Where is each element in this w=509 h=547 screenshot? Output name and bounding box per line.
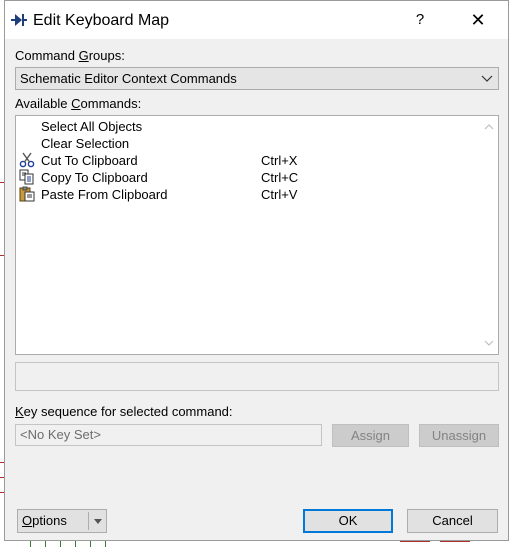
key-sequence-label: Key sequence for selected command: <box>15 404 233 419</box>
command-groups-label: Command Groups: <box>15 48 125 63</box>
edit-keyboard-map-dialog: Edit Keyboard Map ? ✕ Command Groups: Sc… <box>4 0 509 541</box>
copy-icon <box>19 169 34 185</box>
command-list-item[interactable]: Copy To Clipboard Ctrl+C <box>16 169 479 186</box>
chevron-down-icon <box>481 75 493 82</box>
command-groups-dropdown[interactable]: Schematic Editor Context Commands <box>15 67 499 90</box>
available-commands-list[interactable]: Select All Objects Clear Selection Cut T… <box>15 115 499 355</box>
paste-icon <box>19 186 35 202</box>
background-mark <box>105 541 106 547</box>
label-text: ptions <box>32 513 67 528</box>
label-text: ommands: <box>80 96 142 111</box>
command-list-item[interactable]: Paste From Clipboard Ctrl+V <box>16 186 479 203</box>
background-mark <box>45 541 46 547</box>
background-mark <box>400 541 430 547</box>
ok-button[interactable]: OK <box>303 509 393 533</box>
command-list-item[interactable]: Clear Selection <box>16 135 479 152</box>
command-shortcut: Ctrl+V <box>261 187 298 202</box>
scissors-icon <box>19 152 35 168</box>
title-bar[interactable]: Edit Keyboard Map ? ✕ <box>5 1 508 39</box>
unassign-button[interactable]: Unassign <box>419 424 499 447</box>
label-text: roups: <box>88 48 125 63</box>
dialog-title: Edit Keyboard Map <box>33 12 170 29</box>
background-mark <box>90 541 91 547</box>
close-button[interactable]: ✕ <box>453 1 503 39</box>
scroll-down-icon[interactable] <box>482 336 496 350</box>
label-accelerator: O <box>22 513 33 528</box>
label-text: Command <box>15 48 79 63</box>
command-name: Clear Selection <box>41 136 130 151</box>
command-shortcut: Ctrl+C <box>261 170 299 185</box>
label-text: Available <box>15 96 72 111</box>
keyboard-map-app-icon <box>11 14 27 26</box>
dropdown-arrow-icon[interactable] <box>91 513 105 529</box>
assign-button[interactable]: Assign <box>332 424 409 447</box>
command-name: Paste From Clipboard <box>41 187 168 202</box>
background-mark <box>75 541 76 547</box>
command-list-item[interactable]: Select All Objects <box>16 118 479 135</box>
command-name: Copy To Clipboard <box>41 170 148 185</box>
background-mark <box>440 541 470 547</box>
command-name: Cut To Clipboard <box>41 153 138 168</box>
cancel-button[interactable]: Cancel <box>407 509 498 533</box>
available-commands-label: Available Commands: <box>15 96 141 111</box>
label-accelerator: C <box>71 96 81 111</box>
options-button[interactable]: Options <box>22 510 67 532</box>
label-accelerator: K <box>15 404 24 419</box>
background-schematic-strip <box>0 541 509 547</box>
command-shortcut: Ctrl+X <box>261 153 298 168</box>
background-mark <box>60 541 61 547</box>
command-description-box <box>15 362 499 391</box>
key-sequence-input[interactable]: <No Key Set> <box>15 424 322 446</box>
split-divider <box>88 512 89 530</box>
command-name: Select All Objects <box>41 119 143 134</box>
label-text: ey sequence for selected command: <box>23 404 233 419</box>
options-split-button[interactable]: Options <box>17 509 107 533</box>
background-mark <box>30 541 31 547</box>
label-accelerator: G <box>78 48 89 63</box>
help-button[interactable]: ? <box>405 1 435 39</box>
command-groups-selected-value: Schematic Editor Context Commands <box>20 71 237 86</box>
scroll-up-icon[interactable] <box>482 120 496 134</box>
command-list-item[interactable]: Cut To Clipboard Ctrl+X <box>16 152 479 169</box>
